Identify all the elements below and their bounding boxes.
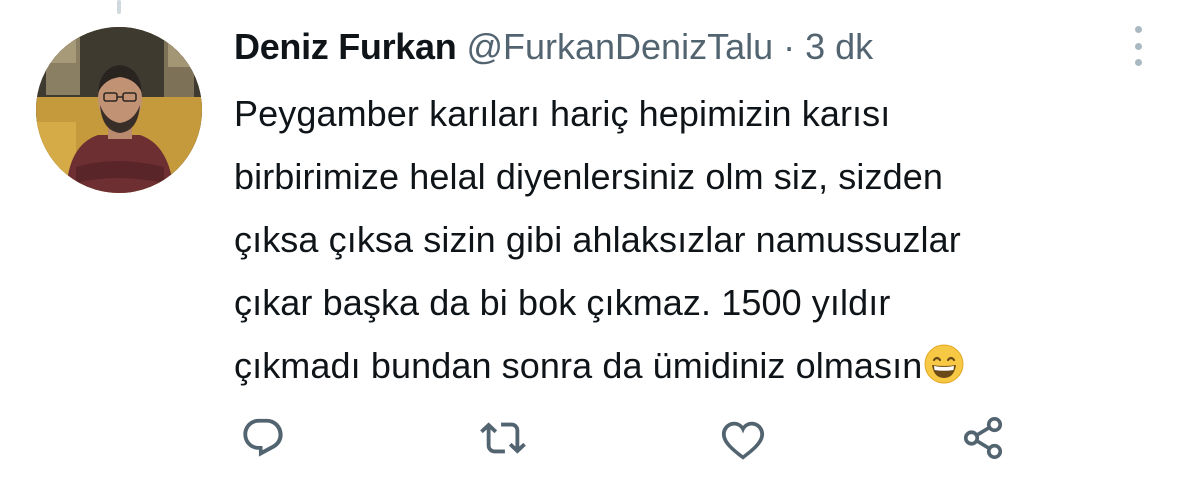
tweet-text-line: çıkar başka da bi bok çıkmaz. 1500 yıldı… [234,282,891,323]
avatar[interactable] [36,27,202,193]
tweet-text-line: birbirimize helal diyenlersiniz olm siz,… [234,156,943,197]
reply-icon [243,418,283,457]
tweet-text-line: Peygamber karıları hariç hepimizin karıs… [234,93,891,134]
timestamp[interactable]: 3 dk [805,22,873,72]
tweet-text-line: çıksa çıksa sizin gibi ahlaksızlar namus… [234,219,961,260]
share-button[interactable] [953,410,1013,466]
display-name[interactable]: Deniz Furkan [234,22,457,72]
like-icon [721,421,765,460]
grinning-face-emoji-icon [924,344,964,384]
tweet-actions-bar [0,410,1200,466]
thread-connector-line [117,0,121,14]
like-button[interactable] [713,410,773,466]
tweet-body: Deniz Furkan @FurkanDenizTalu · 3 dk Pey… [234,22,1154,397]
separator-dot: · [783,26,796,67]
retweet-icon [480,422,526,454]
tweet-header: Deniz Furkan @FurkanDenizTalu · 3 dk [234,22,1154,72]
reply-button[interactable] [233,410,293,466]
retweet-button[interactable] [473,410,533,466]
share-icon [963,417,1003,459]
user-handle[interactable]: @FurkanDenizTalu [466,22,773,72]
tweet-text-line: çıkmadı bundan sonra da ümidiniz olmasın [234,345,923,386]
tweet-text: Peygamber karıları hariç hepimizin karıs… [234,82,1164,397]
avatar-photo [36,27,202,193]
tweet-text-line-last: çıkmadı bundan sonra da ümidiniz olmasın [234,334,1164,397]
